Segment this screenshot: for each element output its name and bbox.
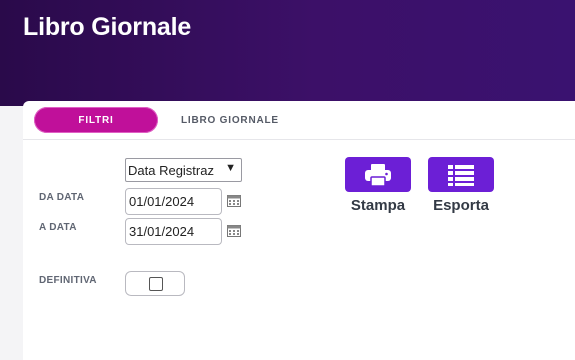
tab-bar: FILTRI LIBRO GIORNALE xyxy=(23,101,575,140)
from-date-input[interactable]: 01/01/2024 xyxy=(125,188,222,215)
to-date-label: A DATA xyxy=(39,222,77,233)
print-button[interactable] xyxy=(345,157,411,192)
date-type-select[interactable]: Data Registraz ▼ xyxy=(125,158,242,182)
page-title: Libro Giornale xyxy=(23,13,192,41)
calendar-icon[interactable] xyxy=(227,195,241,207)
export-button-label[interactable]: Esporta xyxy=(416,197,506,214)
to-date-input[interactable]: 31/01/2024 xyxy=(125,218,222,245)
print-button-label[interactable]: Stampa xyxy=(333,197,423,214)
app-header: Libro Giornale xyxy=(0,0,575,106)
from-date-label: DA DATA xyxy=(39,192,85,203)
main-panel: FILTRI LIBRO GIORNALE Data Registraz ▼ D… xyxy=(23,101,575,360)
left-margin xyxy=(0,106,23,360)
export-button[interactable] xyxy=(428,157,494,192)
chevron-down-icon: ▼ xyxy=(225,162,236,174)
calendar-icon[interactable] xyxy=(227,225,241,237)
definitiva-label: DEFINITIVA xyxy=(39,275,97,286)
date-type-select-value: Data Registraz xyxy=(128,162,214,178)
definitiva-checkbox[interactable] xyxy=(149,277,163,291)
definitiva-toggle[interactable] xyxy=(125,271,185,296)
printer-icon xyxy=(365,163,391,187)
tab-libro-giornale[interactable]: LIBRO GIORNALE xyxy=(181,107,279,133)
tab-filtri[interactable]: FILTRI xyxy=(34,107,158,133)
list-icon xyxy=(448,164,474,186)
